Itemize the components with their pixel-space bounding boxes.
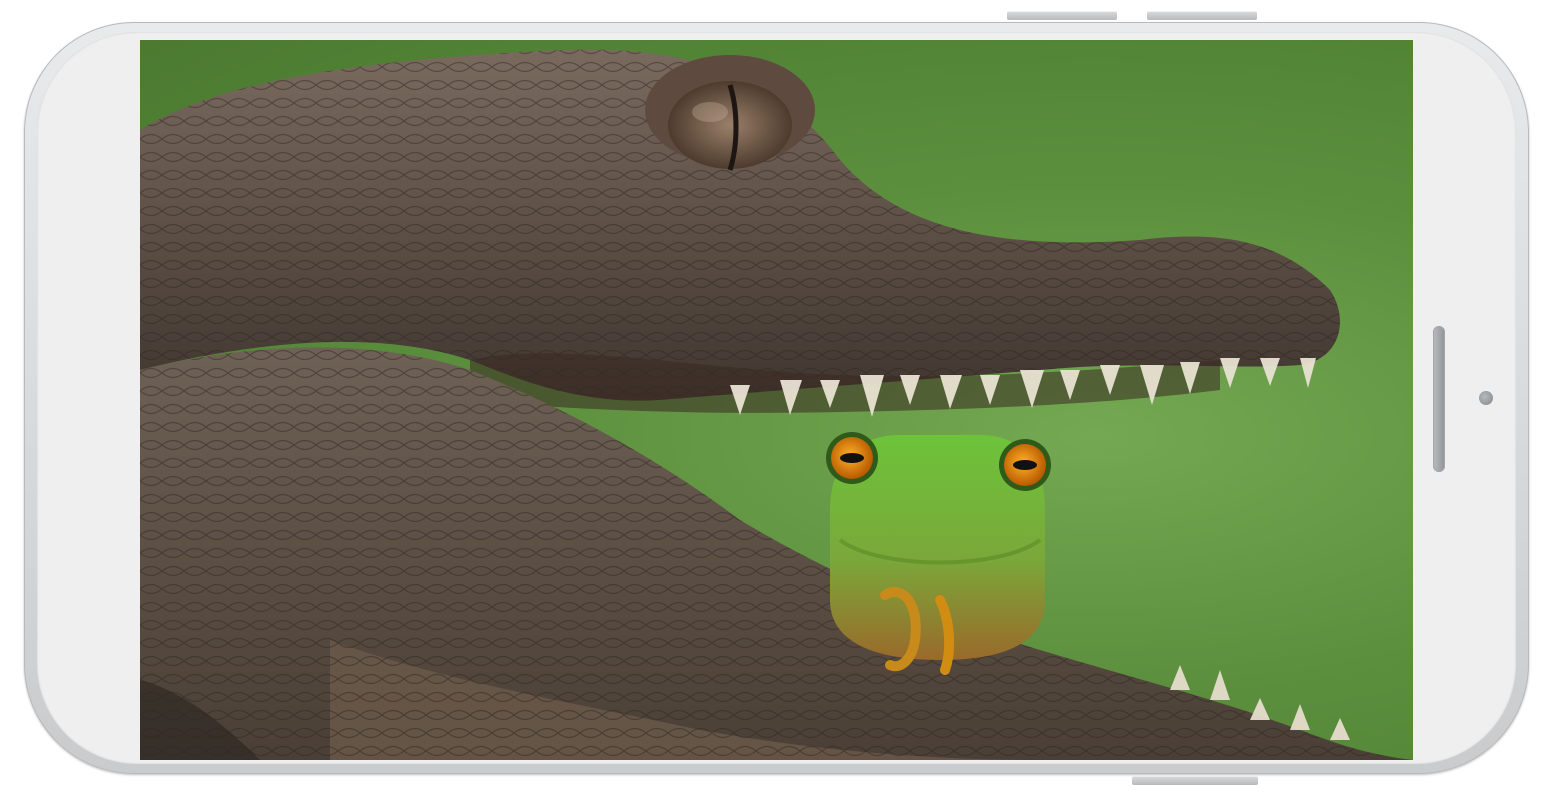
phone-screen[interactable]: [140, 40, 1413, 760]
power-button[interactable]: [1132, 776, 1258, 785]
front-sensor-icon: [1479, 391, 1493, 405]
volume-up-button[interactable]: [1007, 11, 1117, 20]
volume-down-button[interactable]: [1147, 11, 1257, 20]
device-mockup: [0, 0, 1555, 800]
frog-eye-left: [826, 432, 878, 484]
frog: [826, 432, 1051, 675]
speaker-icon: [1433, 326, 1445, 472]
frog-eye-right: [999, 439, 1051, 491]
screen-photo: [140, 49, 1413, 760]
